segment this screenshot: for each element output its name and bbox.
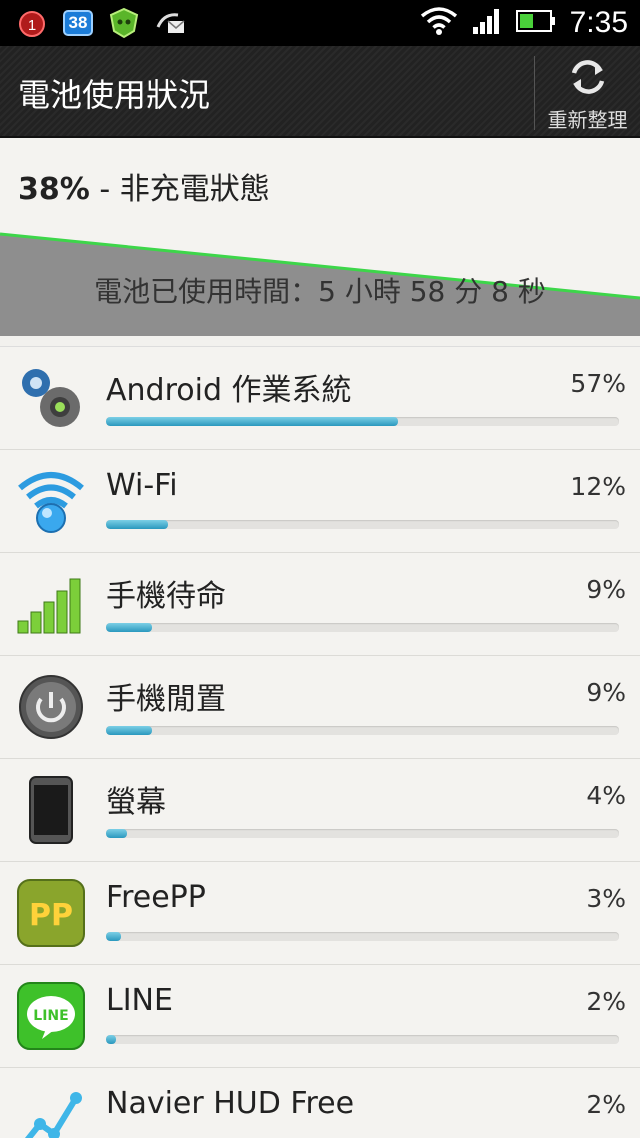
refresh-label: 重新整理 (547, 108, 628, 132)
usage-item-phone-standby[interactable]: 手機待命 9% (0, 553, 640, 656)
svg-text:1: 1 (28, 17, 36, 34)
usage-bar-track (106, 1035, 619, 1044)
usage-item-name: 手機待命 (106, 579, 226, 614)
system-icons: 7:35 (420, 0, 628, 46)
usage-bar-fill (106, 726, 153, 735)
usage-item-line[interactable]: LINE LINE 2% (0, 965, 640, 1068)
usage-item-navier-hud[interactable]: Navier HUD Free 2% (0, 1068, 640, 1138)
usage-item-wifi[interactable]: Wi-Fi 12% (0, 450, 640, 553)
usage-item-name: 手機閒置 (106, 682, 226, 717)
cell-signal-icon (472, 7, 502, 39)
status-clock: 7:35 (569, 6, 628, 39)
usage-bar-track (106, 726, 619, 735)
security-app-icon (106, 7, 142, 39)
action-bar: 電池使用狀況 重新整理 (0, 46, 640, 138)
battery-icon (515, 9, 556, 37)
screen-phone-icon (16, 775, 86, 845)
usage-item-percent: 2% (586, 987, 626, 1016)
usage-bar-track (106, 520, 619, 529)
notification-count-icon: 38 (60, 7, 96, 39)
usage-bar-fill (106, 623, 153, 632)
sync-mail-icon (152, 7, 188, 39)
usage-item-name: 螢幕 (106, 785, 166, 820)
signal-bars-icon (16, 569, 86, 639)
status-bar: 1 38 7:35 (0, 0, 640, 46)
usage-bar-fill (106, 932, 122, 941)
usage-item-percent: 57% (570, 369, 626, 398)
usage-item-percent: 9% (586, 678, 626, 707)
android-os-gears-icon (16, 363, 86, 433)
usage-item-name: LINE (106, 983, 173, 1018)
usage-item-android-os[interactable]: Android 作業系統 57% (0, 347, 640, 450)
battery-usage-list: Android 作業系統 57% Wi-Fi 12% 手機待命 9% 手機閒置 … (0, 346, 640, 1138)
usage-item-percent: 12% (570, 472, 626, 501)
battery-status-text: 38% - 非充電狀態 (18, 164, 270, 208)
navier-hud-app-icon (16, 1084, 86, 1138)
usage-bar-track (106, 623, 619, 632)
usage-item-phone-idle[interactable]: 手機閒置 9% (0, 656, 640, 759)
refresh-button[interactable]: 重新整理 (534, 56, 640, 132)
usage-bar-track (106, 829, 619, 838)
charging-state: - 非充電狀態 (89, 172, 270, 207)
usage-bar-fill (106, 1035, 117, 1044)
wifi-icon (16, 466, 86, 536)
usage-item-name: Android 作業系統 (106, 373, 352, 408)
usage-bar-fill (106, 829, 127, 838)
alarm-icon: 1 (14, 7, 50, 39)
battery-percent: 38% (18, 172, 90, 207)
page-title: 電池使用狀況 (18, 76, 211, 114)
battery-graph[interactable]: 電池已使用時間：5 小時 58 分 8 秒 (0, 232, 640, 336)
power-icon (16, 672, 86, 742)
usage-item-percent: 3% (586, 884, 626, 913)
svg-text:LINE: LINE (33, 1008, 68, 1024)
refresh-icon (566, 56, 610, 102)
usage-item-name: Navier HUD Free (106, 1086, 355, 1121)
usage-bar-track (106, 417, 619, 426)
notification-icons: 1 38 (14, 6, 188, 40)
line-app-icon: LINE (16, 981, 86, 1051)
usage-item-percent: 4% (586, 781, 626, 810)
freepp-app-icon: PP (16, 878, 86, 948)
usage-item-name: FreePP (106, 880, 206, 915)
battery-used-time: 電池已使用時間：5 小時 58 分 8 秒 (94, 275, 546, 308)
usage-bar-fill (106, 417, 399, 426)
svg-text:PP: PP (29, 898, 73, 933)
usage-item-freepp[interactable]: PP FreePP 3% (0, 862, 640, 965)
battery-summary: 38% - 非充電狀態 (0, 138, 640, 234)
usage-item-percent: 9% (586, 575, 626, 604)
wifi-signal-icon (420, 6, 458, 40)
usage-item-screen[interactable]: 螢幕 4% (0, 759, 640, 862)
usage-bar-fill (106, 520, 168, 529)
usage-item-percent: 2% (586, 1090, 626, 1119)
usage-item-name: Wi-Fi (106, 468, 178, 503)
usage-bar-track (106, 932, 619, 941)
